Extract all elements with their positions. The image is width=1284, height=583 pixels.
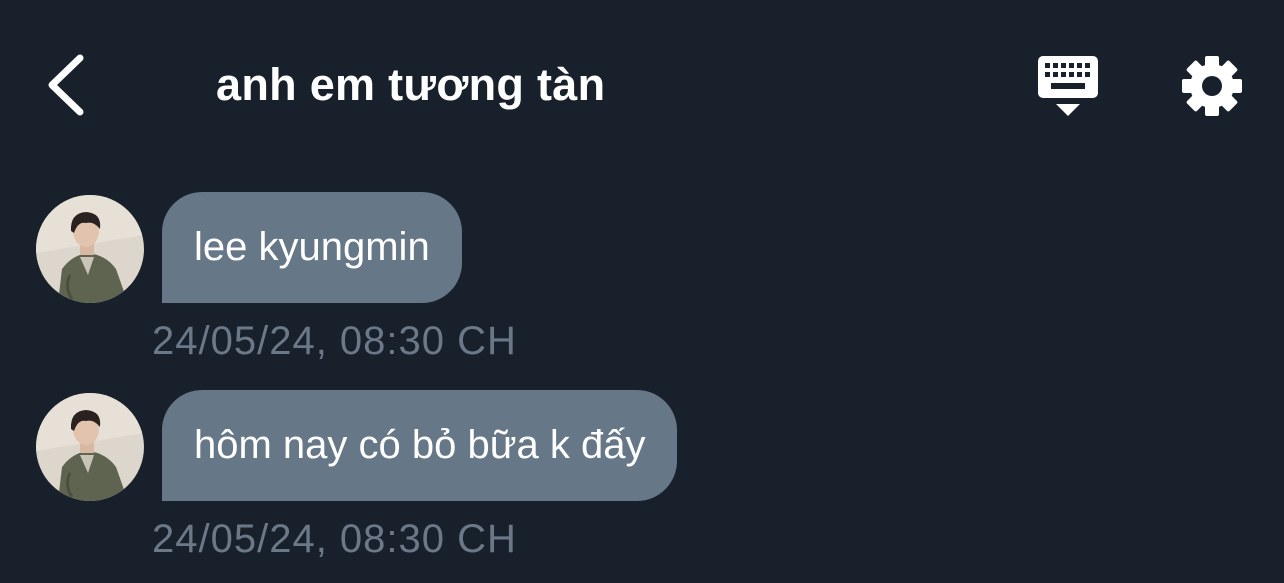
message-timestamp: 24/05/24, 08:30 CH (152, 517, 517, 561)
message-row: hôm nay có bỏ bữa k đấy 24/05/24, 08:30 … (0, 390, 1284, 583)
gear-icon (1182, 56, 1242, 116)
message-row: lee kyungmin 24/05/24, 08:30 CH (0, 192, 1284, 385)
message-bubble[interactable]: hôm nay có bỏ bữa k đấy (162, 390, 678, 501)
keyboard-icon (1038, 56, 1098, 116)
chat-header: anh em tương tàn (0, 0, 1284, 170)
avatar[interactable] (36, 393, 144, 501)
back-button[interactable] (38, 50, 98, 120)
chat-title: anh em tương tàn (216, 59, 606, 110)
avatar-image (36, 393, 144, 501)
chevron-left-icon (48, 54, 84, 116)
avatar-image (36, 195, 144, 303)
message-bubble[interactable]: lee kyungmin (162, 192, 462, 303)
avatar[interactable] (36, 195, 144, 303)
settings-button[interactable] (1180, 54, 1244, 118)
keyboard-button[interactable] (1034, 52, 1102, 120)
message-timestamp: 24/05/24, 08:30 CH (152, 319, 517, 363)
